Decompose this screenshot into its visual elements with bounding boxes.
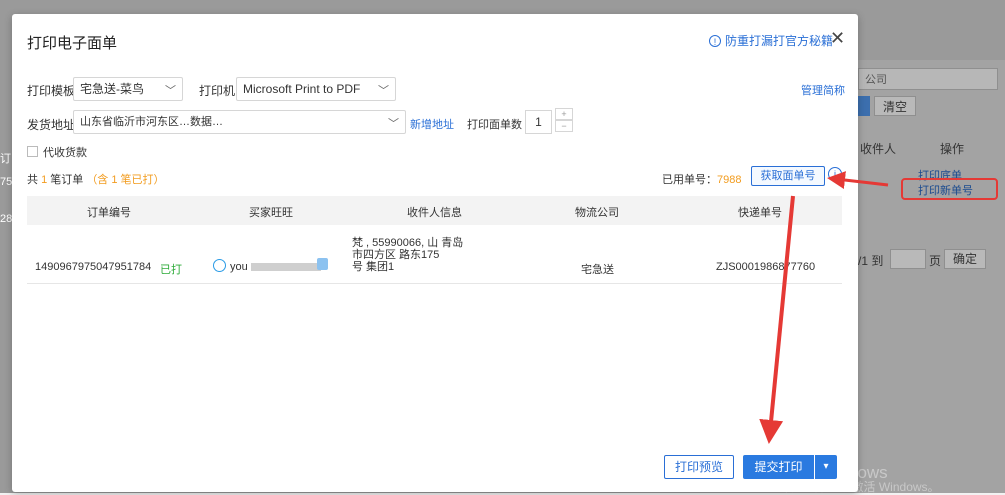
- annotation-arrow-down: [759, 195, 795, 444]
- annotation-arrow-left: [827, 171, 889, 189]
- annotation-arrows: [759, 171, 889, 444]
